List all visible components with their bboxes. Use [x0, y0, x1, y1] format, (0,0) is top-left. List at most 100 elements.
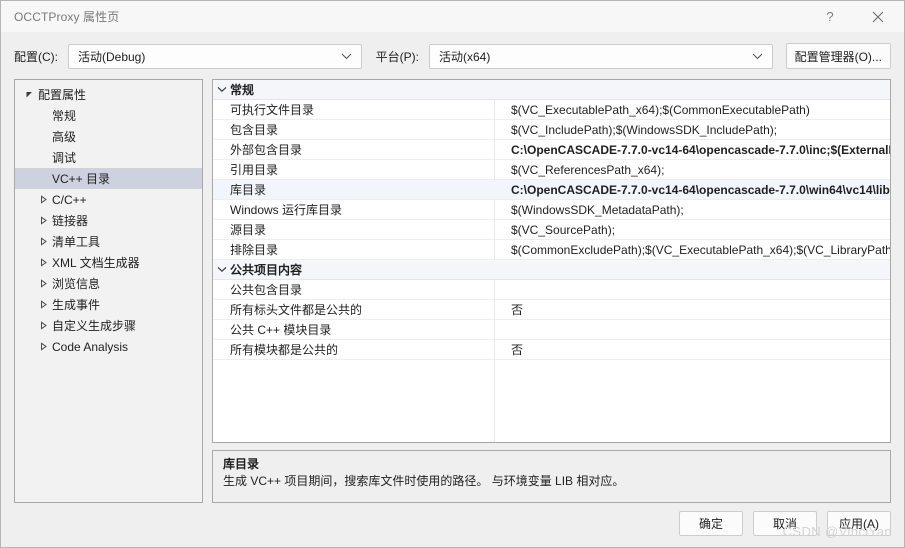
property-value[interactable]: C:\OpenCASCADE-7.7.0-vc14-64\opencascade… [511, 183, 890, 197]
property-row[interactable]: 引用目录 $(VC_ReferencesPath_x64); [213, 160, 890, 180]
property-row[interactable]: 公共包含目录 [213, 280, 890, 300]
property-name: 源目录 [230, 223, 267, 237]
property-row[interactable]: 排除目录 $(CommonExcludePath);$(VC_Executable… [213, 240, 890, 260]
chevron-down-icon [752, 49, 763, 63]
property-row[interactable]: 所有模块都是公共的 否 [213, 340, 890, 360]
property-name: Windows 运行库目录 [230, 203, 343, 217]
platform-value: 活动(x64) [439, 49, 491, 64]
sidebar-item-label: XML 文档生成器 [52, 256, 140, 270]
dialog-footer: 确定 取消 应用(A) CSDN @VinciYan [1, 499, 904, 547]
sidebar-item-0[interactable]: 配置属性 [15, 84, 202, 105]
tree-collapsed-icon[interactable] [35, 279, 52, 288]
sidebar-item-label: 浏览信息 [52, 277, 101, 291]
sidebar-item-12[interactable]: Code Analysis [15, 336, 202, 357]
sidebar-item-label: VC++ 目录 [52, 172, 111, 186]
sidebar-item-label: 调试 [52, 151, 77, 165]
property-row[interactable]: 外部包含目录 C:\OpenCASCADE-7.7.0-vc14-64\openc… [213, 140, 890, 160]
sidebar-item-label: 链接器 [52, 214, 89, 228]
sidebar-item-11[interactable]: 自定义生成步骤 [15, 315, 202, 336]
property-row[interactable]: Windows 运行库目录 $(WindowsSDK_MetadataPath); [213, 200, 890, 220]
property-name: 公共 C++ 模块目录 [230, 323, 332, 337]
sidebar-item-3[interactable]: 调试 [15, 147, 202, 168]
window-title: OCCTProxy 属性页 [14, 10, 120, 24]
property-row[interactable]: 公共 C++ 模块目录 [213, 320, 890, 340]
property-name: 所有模块都是公共的 [230, 343, 339, 357]
close-button[interactable] [856, 1, 900, 32]
apply-button[interactable]: 应用(A) [827, 510, 891, 536]
sidebar-item-label: 清单工具 [52, 235, 101, 249]
right-column: 常规可执行文件目录 $(VC_ExecutablePath_x64);$(Comm… [212, 79, 891, 503]
configuration-value: 活动(Debug) [78, 49, 146, 64]
property-name: 公共项目内容 [230, 263, 303, 277]
ok-button[interactable]: 确定 [679, 510, 743, 536]
property-value[interactable]: $(VC_IncludePath);$(WindowsSDK_IncludePa… [511, 123, 890, 137]
sidebar-item-8[interactable]: XML 文档生成器 [15, 252, 202, 273]
configuration-select[interactable]: 活动(Debug) [68, 43, 362, 69]
property-name: 库目录 [230, 183, 267, 197]
property-value[interactable]: $(VC_ExecutablePath_x64);$(CommonExecuta… [511, 103, 890, 117]
property-category-row[interactable]: 常规 [213, 80, 890, 100]
configuration-manager-label: 配置管理器(O)... [794, 49, 882, 64]
property-grid[interactable]: 常规可执行文件目录 $(VC_ExecutablePath_x64);$(Comm… [212, 79, 891, 443]
close-icon [872, 11, 884, 23]
chevron-down-icon [341, 49, 352, 63]
property-name: 所有标头文件都是公共的 [230, 303, 363, 317]
sidebar-item-label: 生成事件 [52, 298, 101, 312]
property-value[interactable]: $(VC_SourcePath); [511, 223, 890, 237]
sidebar-item-7[interactable]: 清单工具 [15, 231, 202, 252]
platform-select[interactable]: 活动(x64) [429, 43, 773, 69]
property-category-row[interactable]: 公共项目内容 [213, 260, 890, 280]
property-pages-dialog: OCCTProxy 属性页 ? 配置(C): 活动(Debug) 平台(P): … [0, 0, 905, 548]
property-name: 包含目录 [230, 123, 279, 137]
sidebar-item-6[interactable]: 链接器 [15, 210, 202, 231]
property-name: 可执行文件目录 [230, 103, 315, 117]
property-row[interactable]: 所有标头文件都是公共的 否 [213, 300, 890, 320]
property-grid-rows: 常规可执行文件目录 $(VC_ExecutablePath_x64);$(Comm… [213, 80, 890, 360]
property-value[interactable]: 否 [511, 341, 890, 358]
title-bar: OCCTProxy 属性页 ? [1, 1, 904, 32]
chevron-down-icon[interactable] [213, 266, 230, 273]
description-text: 生成 VC++ 项目期间，搜索库文件时使用的路径。 与环境变量 LIB 相对应。 [223, 474, 625, 488]
description-title: 库目录 [223, 457, 260, 471]
property-value[interactable]: 否 [511, 301, 890, 318]
sidebar-item-label: 自定义生成步骤 [52, 319, 137, 333]
sidebar-item-5[interactable]: C/C++ [15, 189, 202, 210]
property-value[interactable]: $(WindowsSDK_MetadataPath); [511, 203, 890, 217]
property-value[interactable]: $(CommonExcludePath);$(VC_ExecutablePath… [511, 243, 890, 257]
tree-collapsed-icon[interactable] [35, 216, 52, 225]
tree-collapsed-icon[interactable] [35, 237, 52, 246]
sidebar-item-4[interactable]: VC++ 目录 [15, 168, 202, 189]
sidebar-item-label: 配置属性 [38, 88, 87, 102]
apply-label: 应用(A) [839, 516, 879, 531]
platform-label: 平台(P): [375, 49, 420, 64]
sidebar-item-2[interactable]: 高级 [15, 126, 202, 147]
configuration-label: 配置(C): [14, 49, 58, 64]
sidebar-item-9[interactable]: 浏览信息 [15, 273, 202, 294]
property-row[interactable]: 库目录 C:\OpenCASCADE-7.7.0-vc14-64\opencasc… [213, 180, 890, 200]
property-value[interactable]: $(VC_ReferencesPath_x64); [511, 163, 890, 177]
property-name: 公共包含目录 [230, 283, 303, 297]
cancel-label: 取消 [772, 516, 797, 531]
help-button[interactable]: ? [808, 1, 852, 32]
property-row[interactable]: 可执行文件目录 $(VC_ExecutablePath_x64);$(Common… [213, 100, 890, 120]
tree-collapsed-icon[interactable] [35, 195, 52, 204]
tree-expanded-icon[interactable] [21, 90, 38, 99]
tree-collapsed-icon[interactable] [35, 321, 52, 330]
sidebar-item-label: 高级 [52, 130, 77, 144]
sidebar-item-1[interactable]: 常规 [15, 105, 202, 126]
property-row[interactable]: 包含目录 $(VC_IncludePath);$(WindowsSDK_Inclu… [213, 120, 890, 140]
configuration-manager-button[interactable]: 配置管理器(O)... [785, 43, 891, 69]
tree-collapsed-icon[interactable] [35, 342, 52, 351]
configuration-bar: 配置(C): 活动(Debug) 平台(P): 活动(x64) 配置管理器(O)… [1, 39, 904, 73]
property-row[interactable]: 源目录 $(VC_SourcePath); [213, 220, 890, 240]
property-name: 引用目录 [230, 163, 279, 177]
property-value[interactable]: C:\OpenCASCADE-7.7.0-vc14-64\opencascade… [511, 143, 890, 157]
chevron-down-icon[interactable] [213, 86, 230, 93]
sidebar-item-10[interactable]: 生成事件 [15, 294, 202, 315]
tree-collapsed-icon[interactable] [35, 300, 52, 309]
cancel-button[interactable]: 取消 [753, 510, 817, 536]
tree-collapsed-icon[interactable] [35, 258, 52, 267]
property-name: 外部包含目录 [230, 143, 303, 157]
ok-label: 确定 [698, 516, 723, 531]
property-tree[interactable]: 配置属性常规高级调试 VC++ 目录 C/C++ 链接器清单工具 XML 文档生成器 浏览… [14, 79, 203, 503]
